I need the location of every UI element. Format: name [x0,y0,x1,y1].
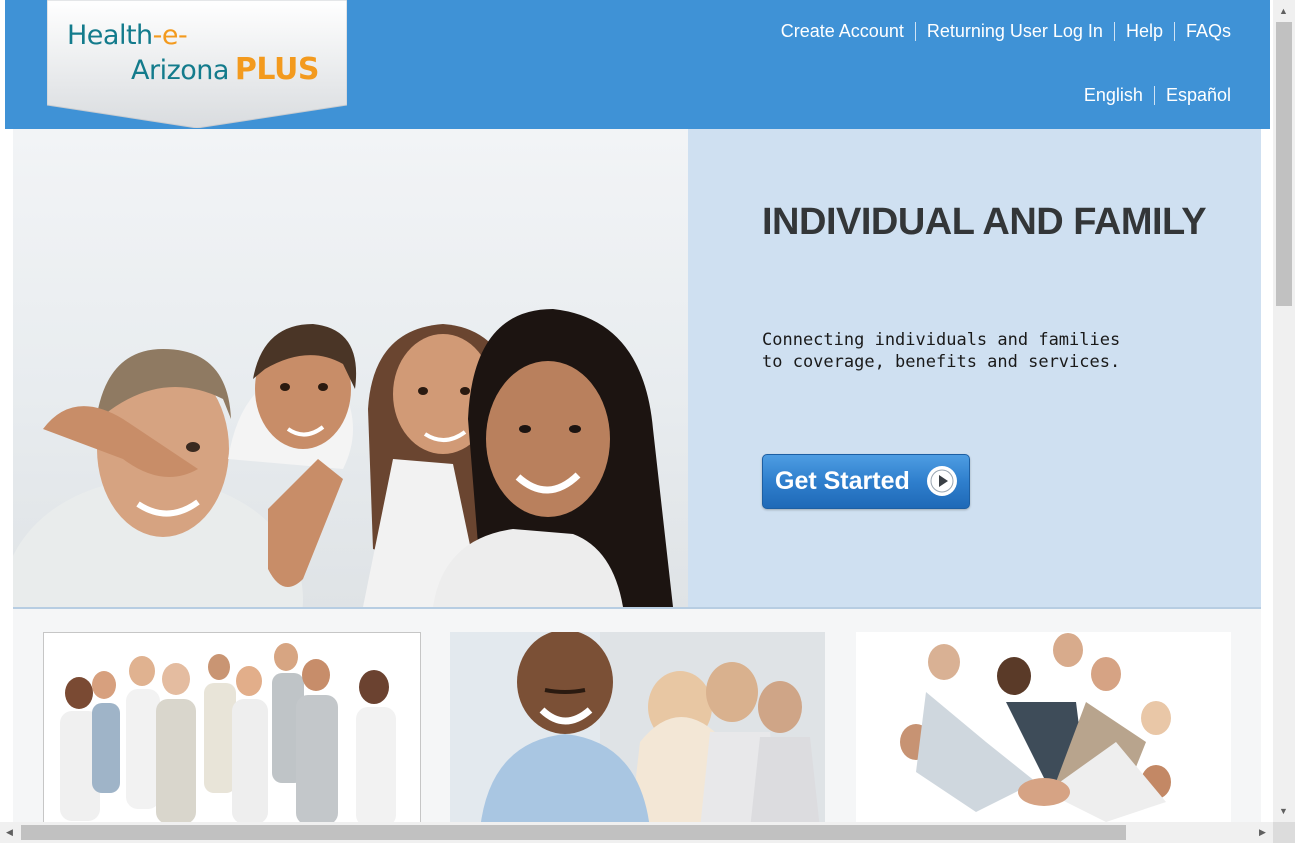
hero-divider [13,607,1261,609]
main-content: INDIVIDUAL AND FAMILY Connecting individ… [13,129,1261,831]
logo-text-health: Health-e- [67,20,188,51]
team-hands-together-photo-icon[interactable] [856,632,1231,829]
hero-title: INDIVIDUAL AND FAMILY [762,201,1207,243]
top-nav: Create Account Returning User Log In Hel… [781,21,1231,42]
scroll-down-arrow-icon[interactable]: ▼ [1279,806,1288,816]
nav-divider [1153,86,1155,105]
language-nav: English Español [1084,85,1231,106]
get-started-button[interactable]: Get Started [762,454,970,509]
nav-divider [1113,22,1115,41]
scroll-left-arrow-icon[interactable]: ◀ [6,827,13,837]
nav-divider [914,22,916,41]
hero-subtitle: Connecting individuals and families to c… [762,330,1121,372]
horizontal-scrollbar[interactable]: ◀ ▶ [0,822,1273,843]
play-arrow-icon [927,466,957,496]
returning-user-login-link[interactable]: Returning User Log In [927,21,1103,42]
get-started-label: Get Started [775,467,910,495]
scrollbar-corner [1273,822,1295,843]
family-photo-icon [13,129,688,607]
site-logo[interactable]: Health-e- Arizona PLUS [47,0,347,128]
horizontal-scroll-thumb[interactable] [21,825,1126,840]
group-of-people-photo-icon[interactable] [43,632,421,831]
create-account-link[interactable]: Create Account [781,21,904,42]
nav-divider [1173,22,1175,41]
scroll-right-arrow-icon[interactable]: ▶ [1259,827,1266,837]
hero-panel: INDIVIDUAL AND FAMILY Connecting individ… [688,129,1261,607]
logo-text-arizona: Arizona PLUS [131,52,319,87]
scroll-up-arrow-icon[interactable]: ▲ [1279,6,1288,16]
vertical-scroll-thumb[interactable] [1276,22,1292,306]
language-espanol-link[interactable]: Español [1166,85,1231,106]
help-link[interactable]: Help [1126,21,1163,42]
faqs-link[interactable]: FAQs [1186,21,1231,42]
language-english-link[interactable]: English [1084,85,1143,106]
site-header: Health-e- Arizona PLUS Create Account Ret… [5,0,1270,129]
vertical-scrollbar[interactable]: ▲ ▼ [1273,0,1295,822]
smiling-man-photo-icon[interactable] [450,632,825,829]
